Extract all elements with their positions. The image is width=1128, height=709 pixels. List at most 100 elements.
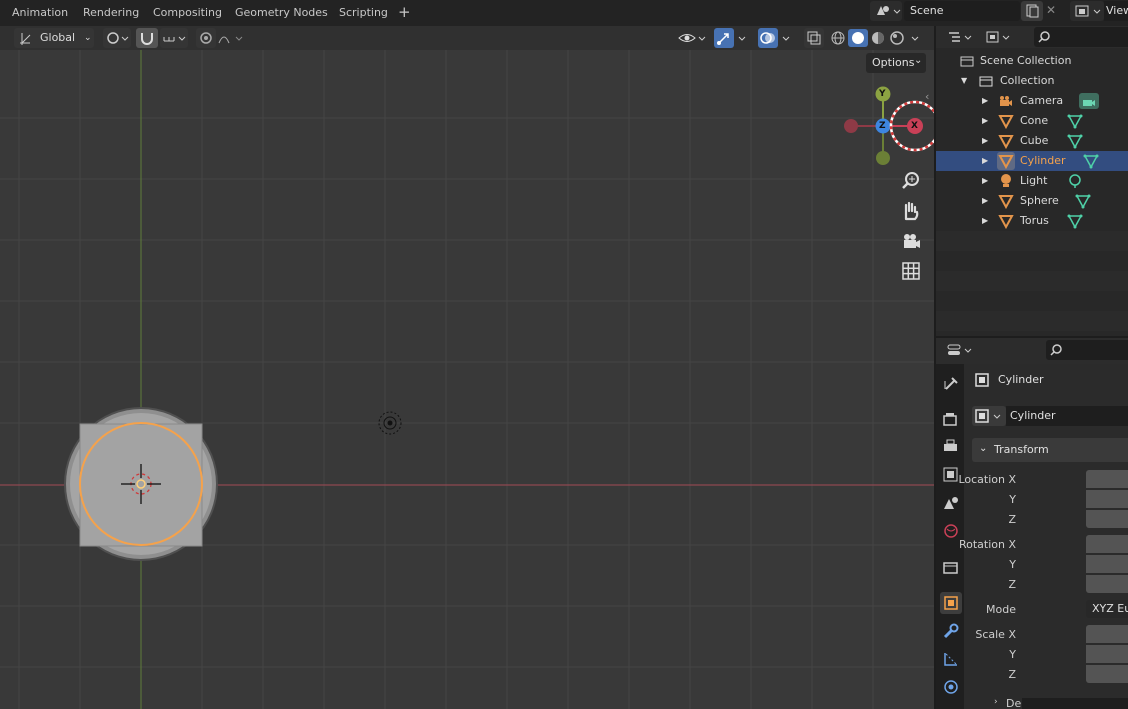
overlays-dropdown[interactable] xyxy=(778,28,796,48)
navigation-gizmo[interactable] xyxy=(844,86,934,166)
xray-icon xyxy=(807,31,821,45)
rotation-y-label: Y xyxy=(1009,558,1016,571)
scene-collection-label: Scene Collection xyxy=(980,54,1072,67)
collapse-sidebar-icon[interactable]: ‹ xyxy=(925,90,929,103)
tab-animation[interactable]: Animation xyxy=(12,6,68,19)
mesh-data-icon[interactable] xyxy=(1074,192,1092,210)
rotation-z-field[interactable] xyxy=(1086,575,1128,593)
chevron-right-icon: › xyxy=(994,697,998,707)
expand-right-icon[interactable]: ▶ xyxy=(982,91,988,111)
tab-scripting[interactable]: Scripting xyxy=(339,6,388,19)
tab-particles[interactable] xyxy=(940,648,962,670)
location-z-field[interactable] xyxy=(1086,510,1128,528)
outliner-item-light[interactable]: ▶ Light xyxy=(936,171,1128,191)
neg-y-axis-ball[interactable] xyxy=(876,151,890,165)
scene-selector-button[interactable] xyxy=(870,1,902,21)
zoom-view-button[interactable] xyxy=(899,169,923,193)
location-y-field[interactable] xyxy=(1086,490,1128,508)
outliner-item-camera[interactable]: ▶ Camera xyxy=(936,91,1128,111)
rotation-y-field[interactable] xyxy=(1086,555,1128,573)
tab-tool[interactable] xyxy=(940,373,962,395)
scene-objects[interactable] xyxy=(64,407,218,561)
neg-x-axis-ball[interactable] xyxy=(844,119,858,133)
physics-icon xyxy=(944,680,958,694)
expand-right-icon[interactable]: ▶ xyxy=(982,211,988,231)
object-name-field[interactable]: Cylinder xyxy=(1006,406,1128,426)
tab-object[interactable] xyxy=(940,592,962,614)
tab-rendering[interactable]: Rendering xyxy=(83,6,139,19)
light-data-icon[interactable] xyxy=(1066,172,1084,190)
outliner-item-cube[interactable]: ▶ Cube xyxy=(936,131,1128,151)
outliner-item-cone[interactable]: ▶ Cone xyxy=(936,111,1128,131)
outliner-item-sphere[interactable]: ▶ Sphere xyxy=(936,191,1128,211)
display-mode-button[interactable] xyxy=(982,27,1014,47)
orientation-dropdown[interactable]: Global ⌄ xyxy=(14,28,94,48)
pivot-point-button[interactable] xyxy=(103,28,131,48)
gizmo-dropdown[interactable] xyxy=(734,28,752,48)
tab-output[interactable] xyxy=(940,436,962,458)
tab-modifiers[interactable] xyxy=(940,620,962,642)
delta-transform-panel-header[interactable]: › De xyxy=(994,696,1128,709)
scale-z-field[interactable] xyxy=(1086,665,1128,683)
scale-y-field[interactable] xyxy=(1086,645,1128,663)
new-scene-button[interactable] xyxy=(1021,1,1043,21)
close-icon[interactable]: ✕ xyxy=(1046,3,1060,19)
editor-type-button[interactable] xyxy=(944,27,976,47)
location-x-field[interactable] xyxy=(1086,470,1128,488)
mesh-data-icon[interactable] xyxy=(1066,132,1084,150)
collection-row[interactable]: ▼ Collection xyxy=(936,71,1128,91)
options-dropdown[interactable]: Options ⌄ xyxy=(866,53,926,73)
scale-x-field[interactable] xyxy=(1086,625,1128,643)
expand-right-icon[interactable]: ▶ xyxy=(982,111,988,131)
outliner-item-label: Cube xyxy=(1020,134,1049,147)
snap-target-dropdown[interactable] xyxy=(160,28,188,48)
rotation-x-label: Rotation X xyxy=(958,538,1016,551)
collection-icon xyxy=(943,562,958,574)
outliner-item-torus[interactable]: ▶ Torus xyxy=(936,211,1128,231)
add-workspace-button[interactable]: + xyxy=(398,3,411,21)
location-z-label: Z xyxy=(1008,513,1016,526)
expand-right-icon[interactable]: ▶ xyxy=(982,131,988,151)
tab-physics[interactable] xyxy=(940,676,962,698)
outliner-item-cylinder[interactable]: ▶ Cylinder xyxy=(936,151,1128,171)
camera-data-icon[interactable] xyxy=(1078,92,1100,110)
rotation-mode-dropdown[interactable]: XYZ Eu xyxy=(1086,600,1128,618)
expand-right-icon[interactable]: ▶ xyxy=(982,171,988,191)
mesh-data-icon[interactable] xyxy=(1082,152,1100,170)
properties-editor-type-button[interactable] xyxy=(944,340,976,360)
view-layer-name[interactable]: View xyxy=(1104,1,1128,21)
properties-search-input[interactable] xyxy=(1046,340,1128,360)
xray-toggle[interactable] xyxy=(804,28,824,48)
view-layer-selector-button[interactable] xyxy=(1070,1,1104,21)
shading-dropdown[interactable] xyxy=(908,28,924,48)
toggle-ortho-button[interactable] xyxy=(899,259,923,283)
particles-icon xyxy=(944,653,957,666)
falloff-dropdown[interactable] xyxy=(216,28,246,48)
tab-render[interactable] xyxy=(940,408,962,430)
tab-scene[interactable] xyxy=(940,492,962,514)
object-properties: Cylinder Cylinder ⌄ Transform Location X… xyxy=(958,364,1128,709)
pan-view-button[interactable] xyxy=(899,199,923,223)
tool-icon xyxy=(944,377,958,390)
gizmo-toggle[interactable] xyxy=(714,28,734,48)
outliner-search-input[interactable] xyxy=(1034,27,1128,47)
tab-compositing[interactable]: Compositing xyxy=(153,6,222,19)
mesh-data-icon[interactable] xyxy=(1066,112,1084,130)
rotation-x-field[interactable] xyxy=(1086,535,1128,553)
overlays-toggle[interactable] xyxy=(758,28,778,48)
proportional-editing-toggle[interactable] xyxy=(196,28,216,48)
transform-panel-header[interactable]: ⌄ Transform xyxy=(972,438,1128,462)
camera-view-button[interactable] xyxy=(899,229,923,253)
tab-geometry-nodes[interactable]: Geometry Nodes xyxy=(235,6,328,19)
visibility-dropdown[interactable] xyxy=(676,28,708,48)
scene-name-field[interactable]: Scene xyxy=(904,1,1020,21)
expand-right-icon[interactable]: ▶ xyxy=(982,151,988,171)
scene-collection-row[interactable]: Scene Collection xyxy=(936,51,1128,71)
expand-right-icon[interactable]: ▶ xyxy=(982,191,988,211)
mesh-data-icon[interactable] xyxy=(1066,212,1084,230)
snap-toggle[interactable] xyxy=(136,28,158,48)
object-browse-button[interactable] xyxy=(972,406,1006,426)
3d-viewport[interactable]: Y Z X Global ⌄ Options ⌄ ‹ xyxy=(0,26,934,709)
tab-collection[interactable] xyxy=(940,557,962,579)
expand-down-icon[interactable]: ▼ xyxy=(961,71,967,91)
